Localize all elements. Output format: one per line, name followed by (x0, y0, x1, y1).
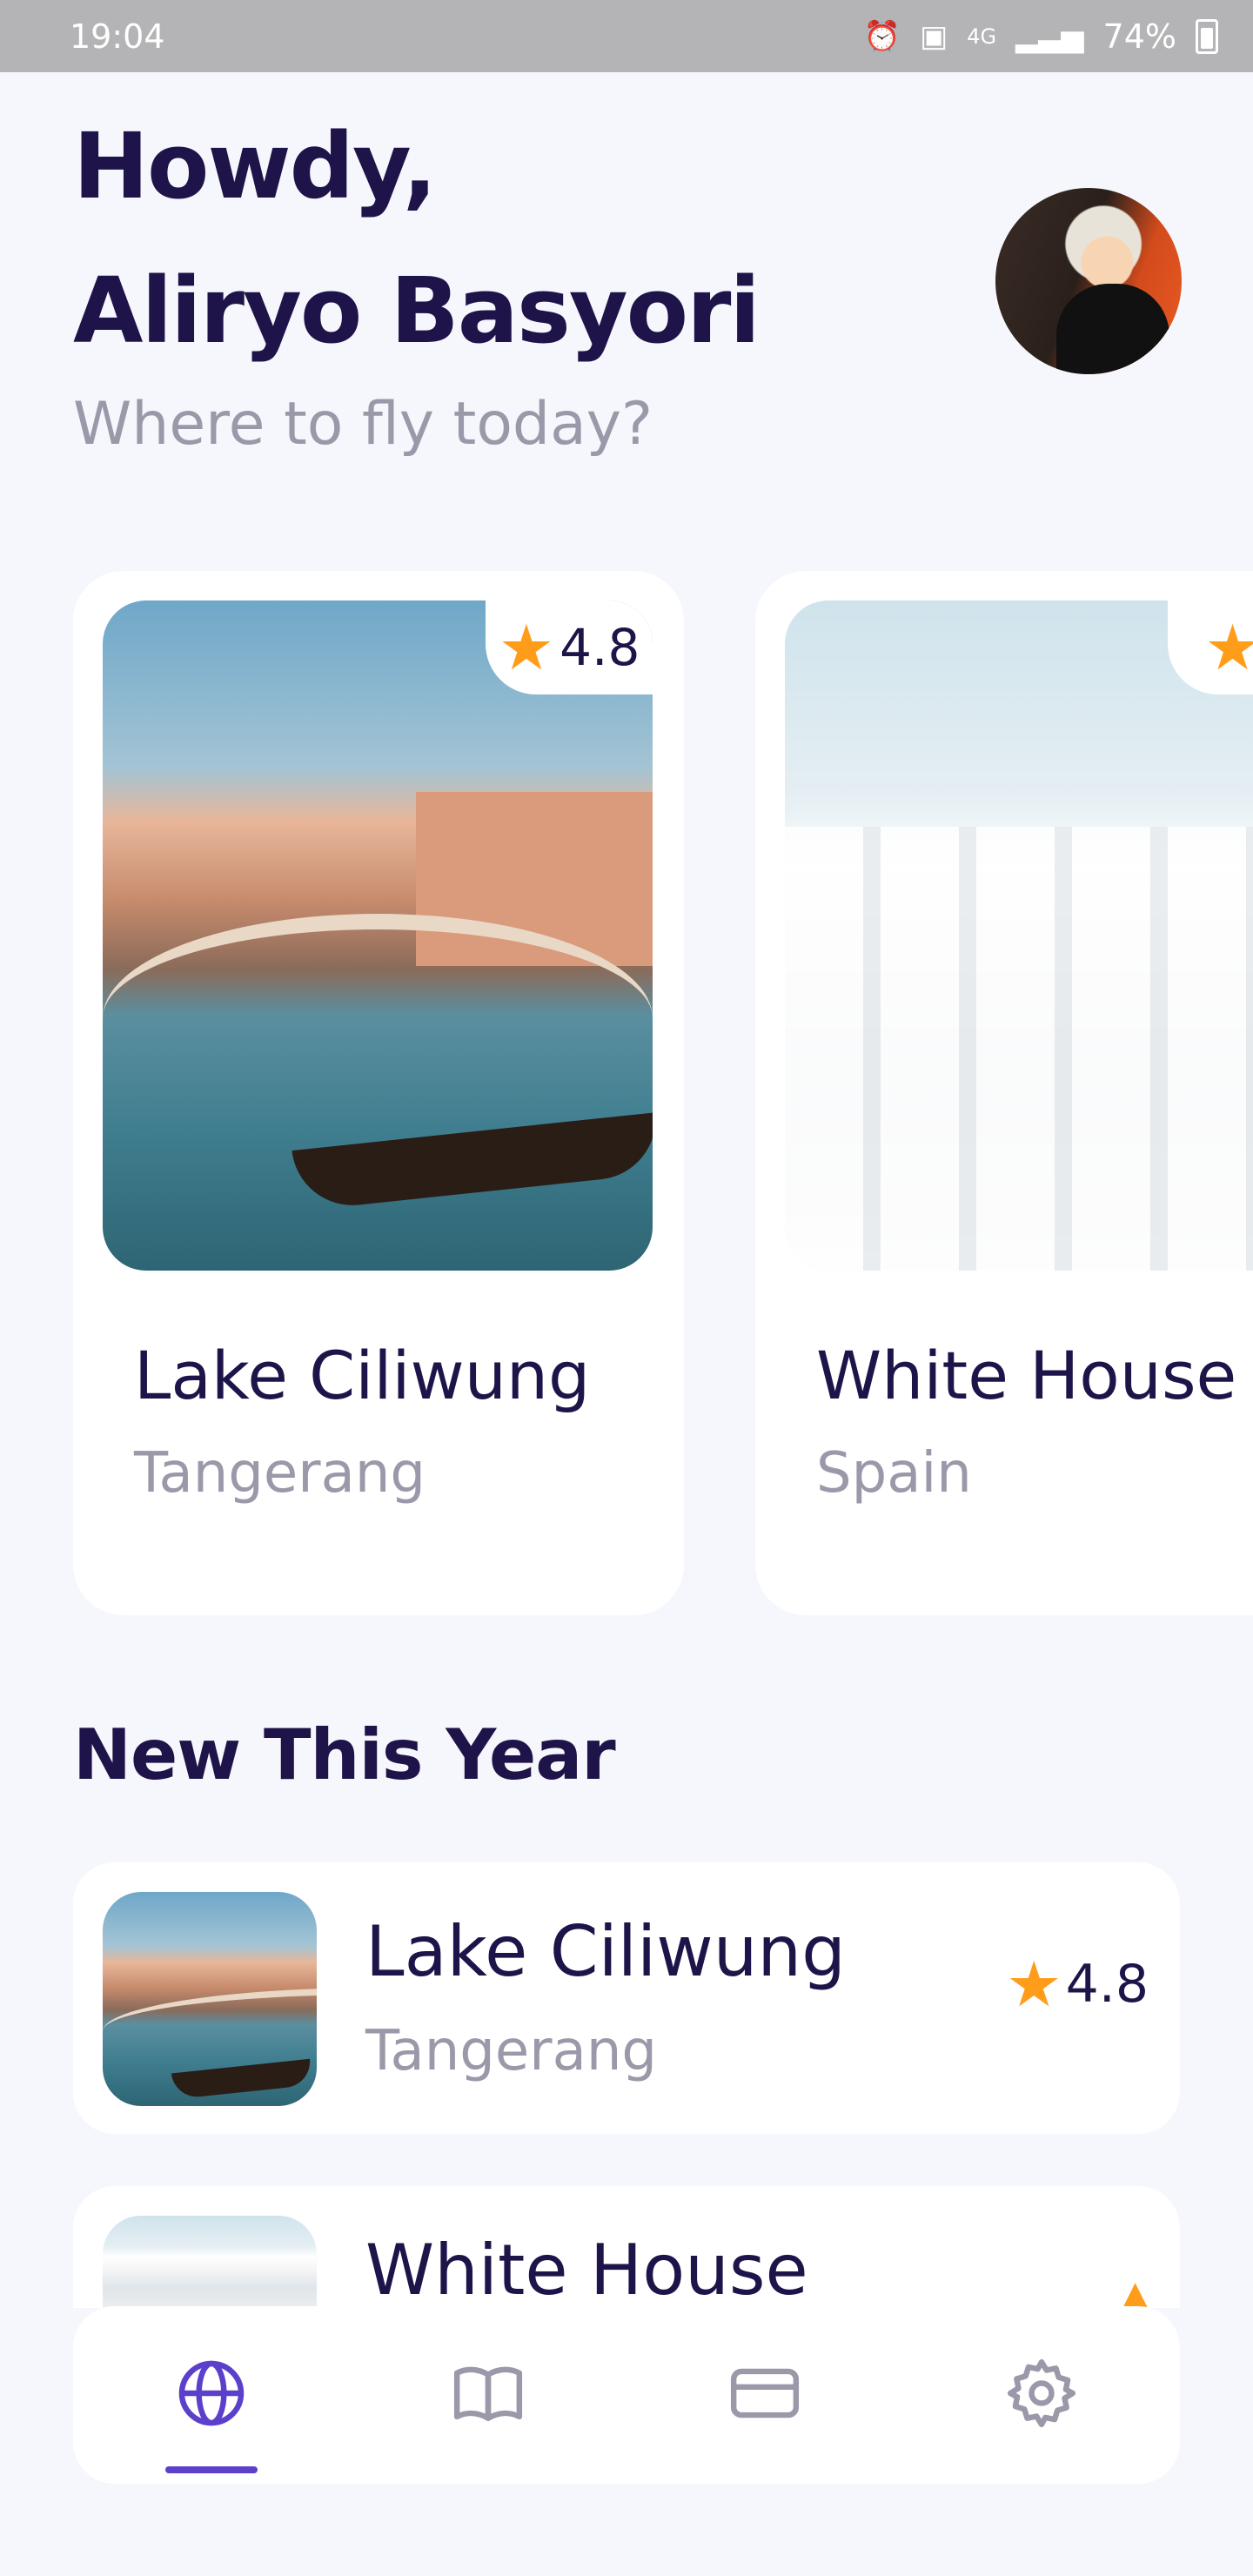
book-icon (451, 2356, 526, 2434)
status-bar: 19:04 ⏰ ▣ 4G ▂▃▅ 74% (0, 0, 1253, 72)
rating-badge: ★ 4.8 (486, 600, 653, 694)
greeting: Howdy, Aliryo Basyori (73, 94, 761, 383)
status-time: 19:04 (70, 17, 165, 56)
list-item[interactable]: White House ▲ (73, 2186, 1180, 2308)
user-name: Aliryo Basyori (73, 258, 761, 364)
destination-carousel[interactable]: ★ 4.8 Lake Ciliwung Tangerang ★ 5 White … (0, 522, 1253, 1654)
bottom-nav (73, 2306, 1180, 2484)
destination-name: White House (816, 1337, 1237, 1414)
status-icons: ⏰ ▣ 4G ▂▃▅ 74% (864, 17, 1218, 56)
list-item-rating: ★ 4.8 (1006, 1953, 1149, 2016)
destination-card[interactable]: ★ 4.8 Lake Ciliwung Tangerang (73, 571, 684, 1615)
destination-photo: ★ 4.8 (103, 600, 653, 1271)
star-icon: ★ (498, 611, 555, 684)
star-icon: ▲ (1122, 2274, 1149, 2308)
star-icon: ★ (1006, 1948, 1062, 2021)
destination-name: Lake Ciliwung (134, 1337, 591, 1414)
list-thumbnail (103, 1892, 317, 2106)
nav-wallet[interactable] (691, 2306, 839, 2484)
list-item-rating: ▲ (1122, 2277, 1149, 2308)
list-item-name: Lake Ciliwung (365, 1911, 846, 1992)
rating-value: 4.8 (559, 618, 640, 677)
rating-badge: ★ 5 (1168, 600, 1253, 694)
data-saver-icon: ▣ (920, 18, 948, 54)
destination-city: Spain (816, 1441, 972, 1506)
nav-bookings[interactable] (414, 2306, 562, 2484)
card-icon (727, 2356, 802, 2434)
list-item[interactable]: Lake Ciliwung Tangerang ★ 4.8 (73, 1862, 1180, 2134)
settings-icon (1004, 2356, 1079, 2434)
rating-value: 4.8 (1065, 1954, 1149, 2015)
star-icon: ★ (1204, 611, 1253, 684)
nav-settings[interactable] (968, 2306, 1116, 2484)
alarm-icon: ⏰ (863, 18, 901, 54)
list-thumbnail (103, 2216, 317, 2308)
battery-percent: 74% (1102, 17, 1176, 56)
destination-city: Tangerang (134, 1441, 425, 1506)
greeting-line1: Howdy, (73, 113, 437, 219)
destination-photo: ★ 5 (785, 600, 1253, 1271)
signal-icon: ▂▃▅ (1015, 18, 1084, 54)
nav-explore[interactable] (137, 2306, 285, 2484)
page-subtitle: Where to fly today? (73, 390, 653, 459)
section-title: New This Year (73, 1714, 616, 1795)
battery-charging-icon (1196, 18, 1218, 54)
list-item-name: White House (365, 2230, 808, 2308)
destination-card[interactable]: ★ 5 White House Spain (755, 571, 1253, 1615)
globe-icon (174, 2356, 249, 2434)
list-item-city: Tangerang (365, 2019, 657, 2083)
network-type: 4G (967, 23, 997, 49)
avatar[interactable] (995, 188, 1182, 374)
